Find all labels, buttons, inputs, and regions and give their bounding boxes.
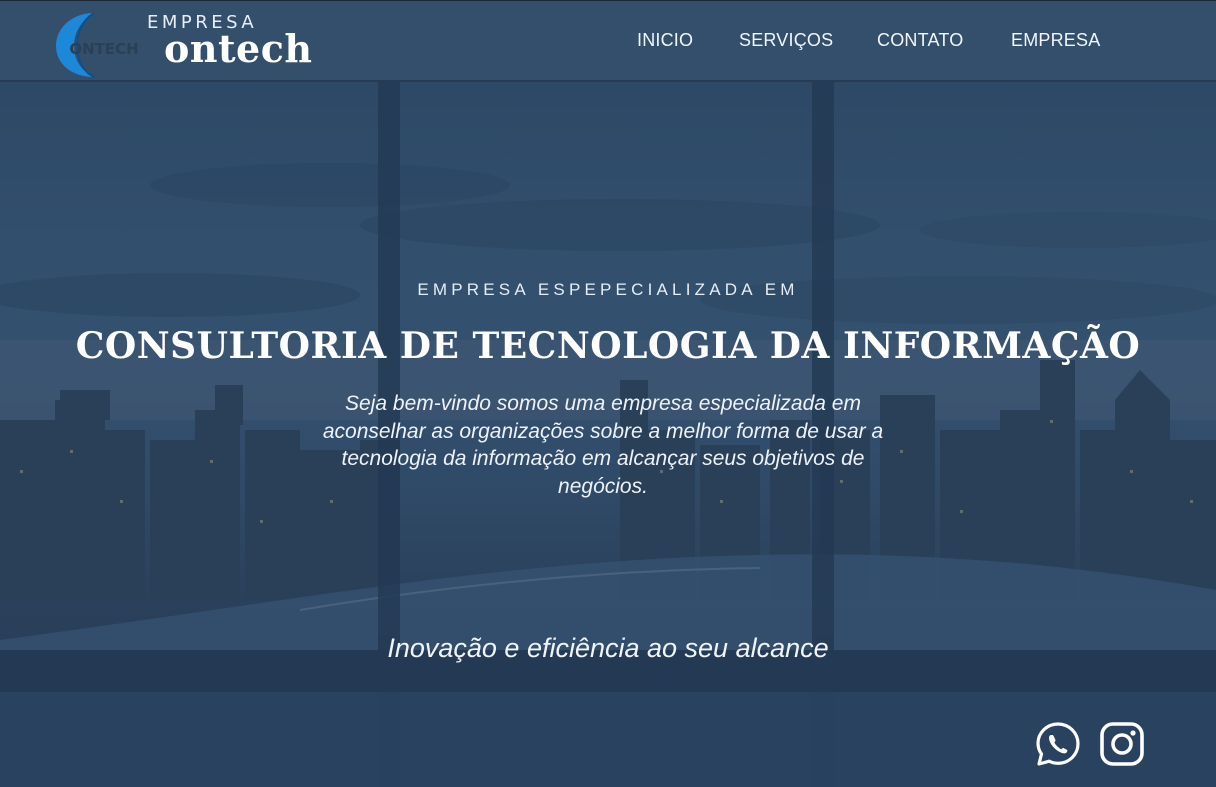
nav-link-servicos[interactable]: SERVIÇOS: [739, 30, 833, 51]
hero-description: Seja bem-vindo somos uma empresa especia…: [322, 392, 884, 498]
top-navbar: ONTECH EMPRESA ontech INICIO SERVIÇOS CO…: [0, 0, 1216, 82]
nav-link-empresa[interactable]: EMPRESA: [1011, 30, 1100, 51]
nav-link-contato[interactable]: CONTATO: [877, 30, 963, 51]
whatsapp-icon[interactable]: [1034, 720, 1082, 768]
hero-tagline: EMPRESA ESPEPECIALIZADA EM: [417, 280, 799, 299]
instagram-icon[interactable]: [1098, 720, 1146, 768]
ontech-logo-icon[interactable]: ONTECH: [54, 10, 138, 80]
logo-text: ONTECH: [69, 40, 138, 58]
brand-name[interactable]: ontech: [164, 26, 312, 71]
hero-headline: CONSULTORIA DE TECNOLOGIA DA INFORMAÇÃO: [75, 325, 1141, 367]
nav-link-inicio[interactable]: INICIO: [637, 30, 693, 51]
hero-motto: Inovação e eficiência ao seu alcance: [387, 633, 829, 663]
